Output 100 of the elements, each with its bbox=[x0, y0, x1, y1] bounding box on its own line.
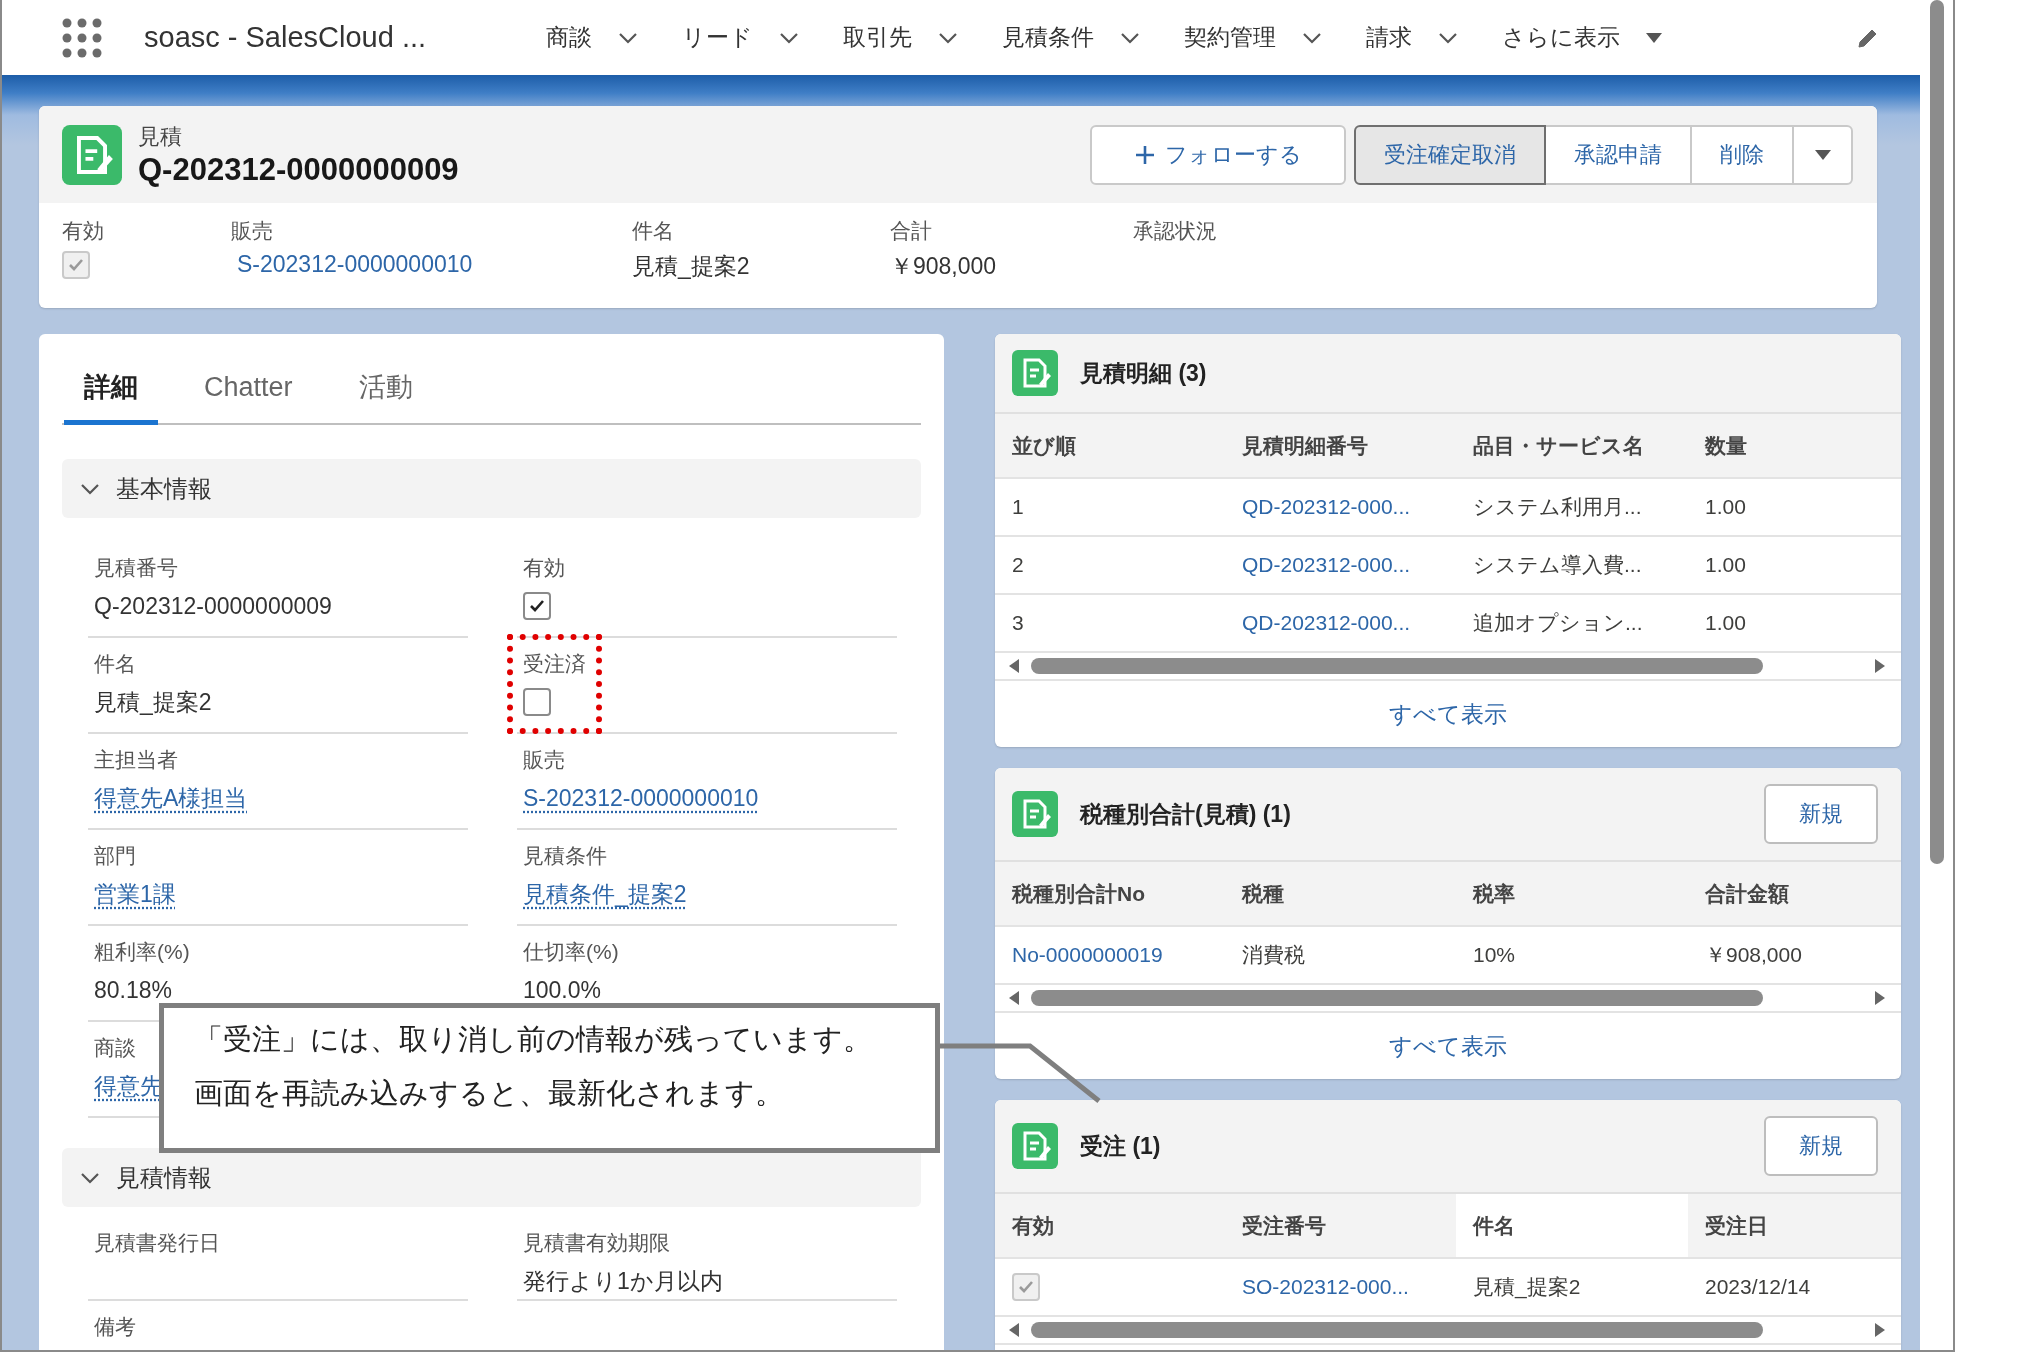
table-cell: 10% bbox=[1473, 943, 1516, 967]
checkbox[interactable] bbox=[523, 592, 551, 620]
field-label: 主担当者 bbox=[94, 747, 178, 773]
field-value: 見積_提案2 bbox=[632, 252, 751, 281]
field-link[interactable]: 得意先A様担当 bbox=[94, 782, 248, 814]
more-actions-button[interactable] bbox=[1792, 124, 1853, 185]
field-label: 合計 bbox=[890, 218, 933, 244]
scroll-right-icon[interactable] bbox=[1875, 991, 1885, 1005]
field-label: 見積書発行日 bbox=[94, 1230, 220, 1256]
column-header[interactable]: 品目・サービス名 bbox=[1456, 414, 1688, 477]
document-icon bbox=[1012, 1123, 1058, 1169]
table-cell: 2 bbox=[1012, 553, 1024, 577]
scroll-left-icon[interactable] bbox=[1009, 659, 1019, 673]
field-label: 件名 bbox=[632, 218, 675, 244]
nav-item[interactable]: 取引先 bbox=[843, 22, 958, 53]
field-label: 件名 bbox=[94, 651, 136, 677]
field-link[interactable]: S-202312-0000000010 bbox=[523, 784, 759, 812]
scroll-left-icon[interactable] bbox=[1009, 991, 1019, 1005]
new-button[interactable]: 新規 bbox=[1764, 784, 1878, 844]
table-cell-text: 追加オプション... bbox=[1473, 610, 1643, 636]
table-cell-text: システム導入費... bbox=[1473, 552, 1642, 578]
checkbox[interactable] bbox=[523, 688, 551, 716]
nav-item[interactable]: さらに表示 bbox=[1502, 22, 1662, 53]
tab[interactable]: Chatter bbox=[184, 354, 313, 425]
column-header[interactable]: 並び順 bbox=[995, 414, 1225, 477]
view-all-link[interactable]: すべて表示 bbox=[1389, 698, 1507, 730]
action-button[interactable]: 承認申請 bbox=[1544, 124, 1692, 185]
nav-item[interactable]: 商談 bbox=[546, 22, 638, 53]
action-button[interactable]: 削除 bbox=[1690, 124, 1794, 185]
field-label: 備考 bbox=[94, 1314, 136, 1340]
section-title: 基本情報 bbox=[116, 473, 212, 504]
chevron-down-icon bbox=[938, 31, 958, 44]
field-link[interactable]: 営業1課 bbox=[94, 878, 176, 910]
chevron-down-icon bbox=[1302, 31, 1322, 44]
card-title[interactable]: 税種別合計(見積) (1) bbox=[1080, 798, 1291, 830]
field-label: 仕切率(%) bbox=[523, 939, 619, 965]
tab[interactable]: 活動 bbox=[338, 354, 433, 425]
field-value: ￥908,000 bbox=[890, 252, 998, 281]
field-label: 見積番号 bbox=[94, 555, 178, 581]
scroll-right-icon[interactable] bbox=[1875, 659, 1885, 673]
scroll-right-icon[interactable] bbox=[1875, 1323, 1885, 1337]
table-cell: 3 bbox=[1012, 611, 1024, 635]
field-label: 有効 bbox=[523, 555, 565, 581]
column-header[interactable]: 受注番号 bbox=[1225, 1194, 1456, 1257]
document-icon bbox=[1012, 350, 1058, 396]
app-launcher-icon[interactable] bbox=[62, 17, 102, 58]
follow-button[interactable]: フォローする bbox=[1090, 124, 1346, 185]
scroll-left-icon[interactable] bbox=[1009, 1323, 1019, 1337]
field-value: 発行より1か月以内 bbox=[523, 1266, 723, 1296]
check-icon bbox=[68, 257, 84, 273]
column-header[interactable]: 税率 bbox=[1456, 862, 1688, 925]
nav-item[interactable]: リード bbox=[682, 22, 799, 53]
field-label: 販売 bbox=[231, 218, 274, 244]
field-label: 有効 bbox=[62, 218, 105, 244]
table-link[interactable]: SO-202312-000... bbox=[1242, 1275, 1409, 1299]
nav-item[interactable]: 見積条件 bbox=[1002, 22, 1140, 53]
card-title[interactable]: 受注 (1) bbox=[1080, 1130, 1161, 1162]
check-icon bbox=[529, 598, 545, 614]
column-header[interactable]: 数量 bbox=[1688, 414, 1901, 477]
table-link[interactable]: No-0000000019 bbox=[1012, 943, 1163, 967]
record-title: Q-202312-0000000009 bbox=[138, 151, 459, 188]
table-cell: 1.00 bbox=[1705, 553, 1746, 577]
column-header[interactable]: 有効 bbox=[995, 1194, 1225, 1257]
column-header[interactable]: 件名 bbox=[1456, 1194, 1688, 1257]
object-type: 見積 bbox=[138, 122, 183, 151]
field-value: 100.0% bbox=[523, 976, 601, 1004]
section-header[interactable]: 基本情報 bbox=[62, 459, 921, 518]
field-label: 粗利率(%) bbox=[94, 939, 190, 965]
chevron-down-icon bbox=[1438, 31, 1458, 44]
field-link[interactable]: 見積条件_提案2 bbox=[523, 878, 687, 910]
nav-item[interactable]: 契約管理 bbox=[1184, 22, 1322, 53]
card-title[interactable]: 見積明細 (3) bbox=[1080, 357, 1207, 389]
table-cell: 1.00 bbox=[1705, 495, 1746, 519]
table-cell: 1 bbox=[1012, 495, 1024, 519]
nav-item[interactable]: 請求 bbox=[1366, 22, 1458, 53]
tab[interactable]: 詳細 bbox=[64, 354, 158, 425]
table-link[interactable]: QD-202312-000... bbox=[1242, 553, 1411, 577]
column-header[interactable]: 受注日 bbox=[1688, 1194, 1901, 1257]
column-header[interactable]: 税種別合計No bbox=[995, 862, 1225, 925]
section-header[interactable]: 見積情報 bbox=[62, 1148, 921, 1207]
caret-icon bbox=[1646, 32, 1662, 43]
new-button[interactable]: 新規 bbox=[1764, 1116, 1878, 1176]
column-header[interactable]: 合計金額 bbox=[1688, 862, 1901, 925]
document-icon bbox=[1012, 791, 1058, 837]
table-link[interactable]: QD-202312-000... bbox=[1242, 495, 1411, 519]
action-button[interactable]: 受注確定取消 bbox=[1354, 124, 1546, 185]
caret-icon bbox=[1814, 149, 1831, 160]
table-cell: 1.00 bbox=[1705, 611, 1746, 635]
column-header[interactable]: 税種 bbox=[1225, 862, 1456, 925]
field-link[interactable]: S-202312-0000000010 bbox=[231, 251, 632, 278]
app-name: soasc - SalesCloud ... bbox=[144, 21, 428, 54]
vertical-scrollbar[interactable] bbox=[1929, 0, 1944, 864]
table-link[interactable]: QD-202312-000... bbox=[1242, 611, 1411, 635]
document-icon bbox=[62, 124, 122, 185]
column-header[interactable]: 見積明細番号 bbox=[1225, 414, 1456, 477]
field-value: 80.18% bbox=[94, 976, 172, 1004]
table-cell-text: 見積_提案2 bbox=[1473, 1274, 1581, 1301]
table-cell-text: ￥908,000 bbox=[1705, 942, 1802, 968]
view-all-link[interactable]: すべて表示 bbox=[1389, 1030, 1507, 1062]
field-value: 見積_提案2 bbox=[94, 687, 212, 717]
